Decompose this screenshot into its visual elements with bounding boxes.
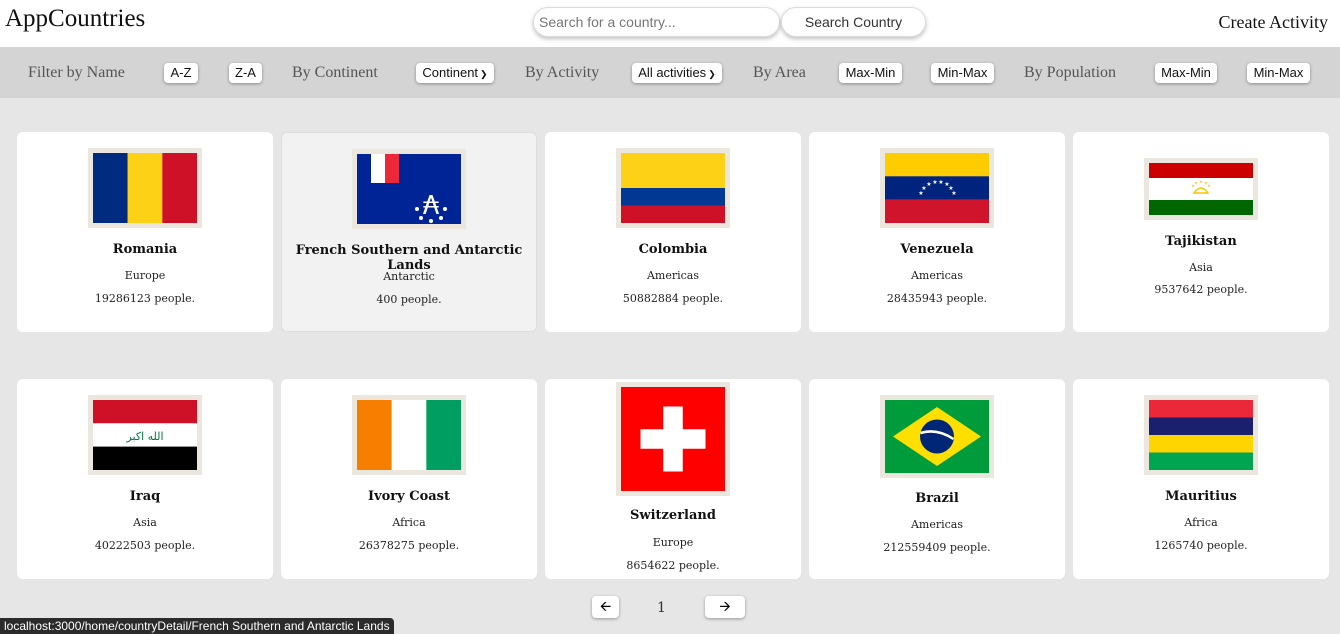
country-card-tajikistan[interactable]: ★ ★ ★ ★ ★ Tajikistan Asia 9537642 people. xyxy=(1073,132,1329,332)
country-continent: Africa xyxy=(392,516,426,529)
country-population: 400 people. xyxy=(376,293,442,306)
activity-select-value: All activities xyxy=(638,65,707,80)
chevron-down-icon: ❯ xyxy=(708,69,716,79)
create-activity-link[interactable]: Create Activity xyxy=(1219,12,1328,33)
continent-select[interactable]: Continent ❯ xyxy=(416,63,494,83)
country-population: 1265740 people. xyxy=(1154,539,1248,552)
country-name: Mauritius xyxy=(1165,489,1237,504)
svg-text:★: ★ xyxy=(926,181,931,188)
country-name: Brazil xyxy=(915,491,959,506)
area-min-max-button[interactable]: Min-Max xyxy=(931,63,994,83)
sort-za-button[interactable]: Z-A xyxy=(229,63,262,83)
country-name: Romania xyxy=(112,242,178,257)
next-page-button[interactable]: 🡪 xyxy=(705,596,745,618)
country-continent: Asia xyxy=(133,516,157,529)
country-name: Tajikistan xyxy=(1165,234,1237,249)
flag-frame xyxy=(352,395,466,475)
activity-select[interactable]: All activities ❯ xyxy=(632,63,722,83)
country-name: Switzerland xyxy=(630,508,716,523)
country-continent: Americas xyxy=(646,269,700,282)
search-input[interactable] xyxy=(533,7,780,37)
french-southern-flag-icon: ₳ xyxy=(357,154,461,224)
country-population: 8654622 people. xyxy=(626,559,720,572)
country-card-french-southern[interactable]: ₳ French Southern and Antarctic Lands An… xyxy=(281,132,537,332)
mauritius-flag-icon xyxy=(1149,400,1253,470)
continent-select-value: Continent xyxy=(422,65,479,80)
country-population: 212559409 people. xyxy=(883,541,991,554)
iraq-flag-icon: الله اكبر xyxy=(93,400,197,470)
country-population: 9537642 people. xyxy=(1154,283,1248,296)
country-continent: Africa xyxy=(1184,516,1218,529)
country-continent: Americas xyxy=(910,518,964,531)
venezuela-flag-icon: ★★★ ★ ★ ★ ★★ xyxy=(885,153,989,223)
romania-flag-icon xyxy=(93,153,197,223)
country-card-ivory-coast[interactable]: Ivory Coast Africa 26378275 people. xyxy=(281,379,537,579)
svg-text:★: ★ xyxy=(938,179,943,186)
flag-frame xyxy=(1144,395,1258,475)
flag-frame: ₳ xyxy=(352,149,466,229)
filter-bar: Filter by Name A-Z Z-A By Continent Cont… xyxy=(0,47,1340,98)
country-name: Ivory Coast xyxy=(368,489,450,504)
flag-frame: ★ ★ ★ ★ ★ xyxy=(1144,158,1258,220)
country-population: 40222503 people. xyxy=(94,539,196,552)
ivory-coast-flag-icon xyxy=(357,400,461,470)
search-button[interactable]: Search Country xyxy=(781,7,926,37)
country-card-mauritius[interactable]: Mauritius Africa 1265740 people. xyxy=(1073,379,1329,579)
country-card-colombia[interactable]: Colombia Americas 50882884 people. xyxy=(545,132,801,332)
flag-frame xyxy=(88,148,202,228)
population-max-min-button[interactable]: Max-Min xyxy=(1155,63,1217,83)
country-card-venezuela[interactable]: ★ ★ ★ ★ ★ ★ ★ ★ Venezuela Americas 28435943 p… xyxy=(809,132,1065,332)
prev-page-button[interactable]: 🡨 xyxy=(592,596,619,618)
brazil-flag-icon xyxy=(885,400,989,473)
country-card-switzerland[interactable]: Switzerland Europe 8654622 people. xyxy=(545,379,801,579)
country-continent: Antarctic xyxy=(383,270,435,283)
country-continent: Europe xyxy=(124,269,166,282)
page-number: 1 xyxy=(657,600,666,616)
country-continent: Europe xyxy=(652,536,694,549)
svg-text:★: ★ xyxy=(1199,179,1203,184)
country-name: Iraq xyxy=(129,489,161,504)
svg-text:★: ★ xyxy=(1194,180,1198,185)
country-population: 26378275 people. xyxy=(358,539,460,552)
country-card-iraq[interactable]: الله اكبر Iraq Asia 40222503 people. xyxy=(17,379,273,579)
country-name: French Southern and Antarctic Lands xyxy=(295,243,523,273)
country-name: Venezuela xyxy=(900,242,974,257)
country-card-romania[interactable]: Romania Europe 19286123 people. xyxy=(17,132,273,332)
sort-az-button[interactable]: A-Z xyxy=(164,63,198,83)
browser-status-url: localhost:3000/home/countryDetail/French… xyxy=(0,618,394,634)
arrow-right-icon: 🡪 xyxy=(719,599,731,615)
by-continent-label: By Continent xyxy=(292,64,378,81)
flag-frame xyxy=(616,148,730,228)
country-population: 19286123 people. xyxy=(94,292,196,305)
app-logo[interactable]: AppCountries xyxy=(5,5,145,33)
population-min-max-button[interactable]: Min-Max xyxy=(1247,63,1310,83)
country-continent: Americas xyxy=(910,269,964,282)
by-activity-label: By Activity xyxy=(525,64,600,81)
colombia-flag-icon xyxy=(621,153,725,223)
switzerland-flag-icon xyxy=(621,387,725,491)
svg-text:★: ★ xyxy=(1207,183,1211,188)
top-navbar: AppCountries Search Country Create Activ… xyxy=(0,0,1340,47)
country-continent: Asia xyxy=(1189,261,1213,274)
chevron-down-icon: ❯ xyxy=(480,69,488,79)
svg-text:★: ★ xyxy=(932,179,937,186)
arrow-left-icon: 🡨 xyxy=(599,599,612,615)
flag-frame: الله اكبر xyxy=(88,395,202,475)
by-population-label: By Population xyxy=(1024,64,1117,81)
country-name: Colombia xyxy=(638,242,708,257)
flag-frame xyxy=(880,395,994,478)
svg-text:★: ★ xyxy=(951,190,956,197)
flag-frame xyxy=(616,382,730,496)
flag-frame: ★ ★ ★ ★ ★ ★ ★ ★ xyxy=(880,148,994,228)
by-area-label: By Area xyxy=(753,64,806,81)
tajikistan-flag-icon: ★★ ★ ★★ xyxy=(1149,163,1253,215)
svg-text:₳: ₳ xyxy=(423,191,440,221)
area-max-min-button[interactable]: Max-Min xyxy=(839,63,902,83)
filter-by-name-label: Filter by Name xyxy=(28,64,125,81)
country-population: 50882884 people. xyxy=(622,292,724,305)
country-card-brazil[interactable]: Brazil Americas 212559409 people. xyxy=(809,379,1065,579)
country-population: 28435943 people. xyxy=(886,292,988,305)
iraq-flag-script: الله اكبر xyxy=(125,430,163,443)
